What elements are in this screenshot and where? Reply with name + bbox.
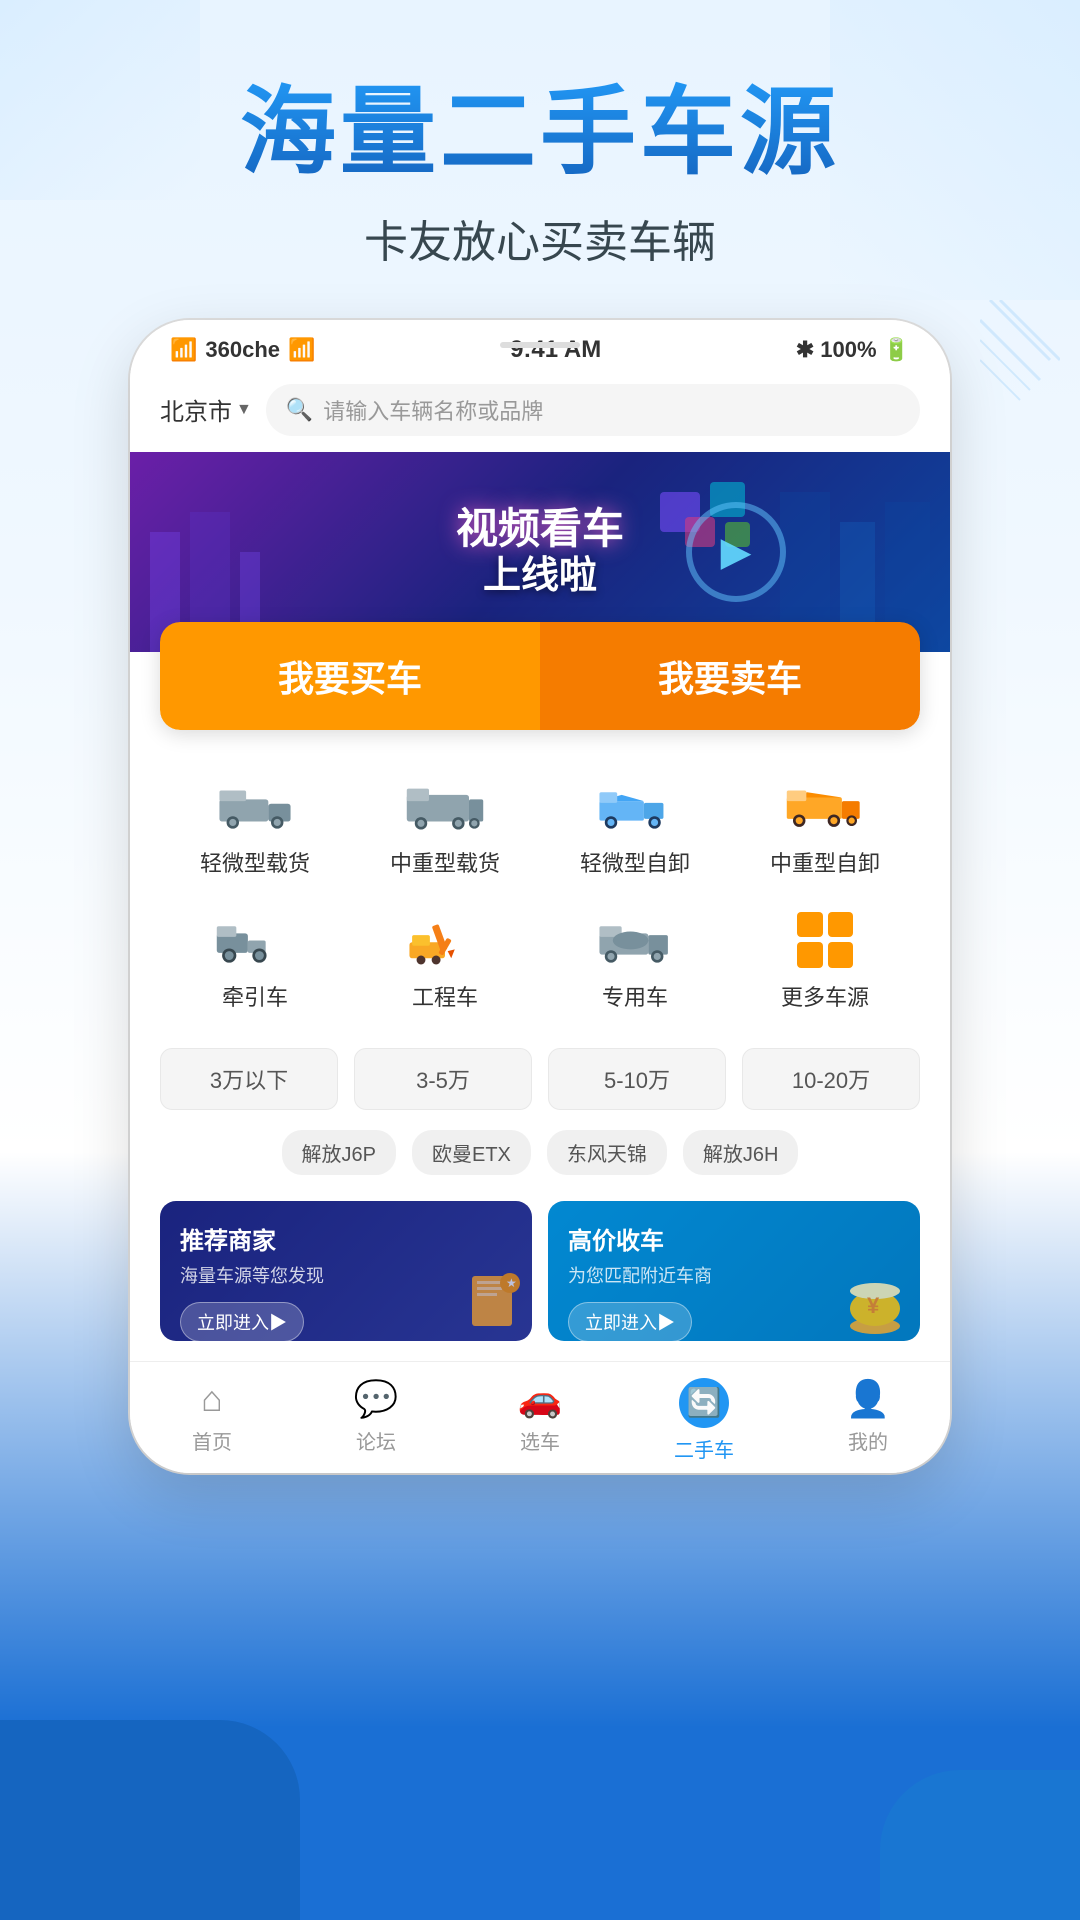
nav-forum[interactable]: 💬 论坛 [294,1378,458,1463]
highprice-card-title: 高价收车 [568,1221,900,1256]
banner-text-line2: 上线啦 [456,554,624,600]
status-bar-time: 9:41 AM [510,336,601,364]
phone-mockup: 📶 360che 📶 9:41 AM ✱ 100% 🔋 北京市 ▼ 🔍 请输入车… [130,320,950,1473]
sub-title: 卡友放心买卖车辆 [60,206,1020,270]
merchant-card-btn[interactable]: 立即进入▶ [180,1302,304,1341]
phone-wrapper: 📶 360che 📶 9:41 AM ✱ 100% 🔋 北京市 ▼ 🔍 请输入车… [0,320,1080,1473]
category-label-0: 轻微型载货 [200,846,310,878]
price-tag-0[interactable]: 3万以下 [160,1048,338,1110]
status-bar-left: 📶 360che 📶 [170,337,315,363]
category-light-dump[interactable]: 轻微型自卸 [540,760,730,894]
search-area: 北京市 ▼ 🔍 请输入车辆名称或品牌 [130,374,950,452]
highprice-card-deco: ¥ [840,1271,910,1336]
brand-tag-1[interactable]: 欧曼ETX [412,1130,531,1175]
price-tag-1[interactable]: 3-5万 [354,1048,532,1110]
category-label-5: 工程车 [412,980,478,1012]
play-icon: ▶ [721,529,752,575]
used-car-icon: 🔄 [687,1386,722,1419]
nav-home[interactable]: ⌂ 首页 [130,1378,294,1463]
category-heavy-cargo[interactable]: 中重型载货 [350,760,540,894]
highprice-card-btn[interactable]: 立即进入▶ [568,1302,692,1341]
brand-tag-2[interactable]: 东风天锦 [547,1130,667,1175]
brand-tags: 解放J6P 欧曼ETX 东风天锦 解放J6H [130,1126,950,1191]
location-text: 北京市 [160,392,232,427]
home-icon: ⌂ [201,1378,223,1420]
forum-icon: 💬 [354,1378,399,1420]
category-more[interactable]: 更多车源 [730,894,920,1028]
brand-tag-0[interactable]: 解放J6P [282,1130,396,1175]
price-tag-2[interactable]: 5-10万 [548,1048,726,1110]
search-placeholder: 请输入车辆名称或品牌 [323,394,543,426]
category-grid: 轻微型载货 中重型载货 [130,730,950,1038]
heavy-dump-icon [780,776,870,836]
more-icon [780,910,870,970]
bluetooth-icon: ✱ [796,337,814,363]
bg-deco-bottom-left [0,1720,300,1920]
phone-speaker [500,342,580,348]
price-tag-3[interactable]: 10-20万 [742,1048,920,1110]
sell-button[interactable]: 我要卖车 [540,622,920,730]
category-light-cargo[interactable]: 轻微型载货 [160,760,350,894]
status-bar-right: ✱ 100% 🔋 [796,337,910,363]
profile-icon: 👤 [846,1378,891,1420]
category-label-3: 中重型自卸 [770,846,880,878]
search-input-box[interactable]: 🔍 请输入车辆名称或品牌 [266,384,920,436]
bg-deco-bottom-right [880,1770,1080,1920]
category-label-7: 更多车源 [781,980,869,1012]
category-special[interactable]: 专用车 [540,894,730,1028]
heavy-cargo-icon [400,776,490,836]
signal-icon: 📶 [170,337,197,363]
dropdown-arrow-icon: ▼ [236,401,252,419]
buy-button[interactable]: 我要买车 [160,622,540,730]
category-engineering[interactable]: 工程车 [350,894,540,1028]
highprice-card[interactable]: 高价收车 为您匹配附近车商 立即进入▶ ¥ [548,1201,920,1341]
carrier-name: 360che [205,337,280,363]
merchant-card-title: 推荐商家 [180,1221,512,1256]
header-area: 海量二手车源 卡友放心买卖车辆 [0,0,1080,310]
main-title: 海量二手车源 [60,80,1020,186]
nav-label-forum: 论坛 [356,1426,396,1455]
car-select-icon: 🚗 [518,1378,563,1420]
light-dump-icon [590,776,680,836]
nav-label-carselect: 选车 [520,1426,560,1455]
battery-text: 100% [820,337,876,363]
category-label-6: 专用车 [602,980,668,1012]
banner-play-button[interactable]: ▶ [686,502,786,602]
category-label-1: 中重型载货 [390,846,500,878]
svg-text:★: ★ [506,1276,517,1290]
nav-profile[interactable]: 👤 我的 [786,1378,950,1463]
brand-tag-3[interactable]: 解放J6H [683,1130,799,1175]
tractor-icon [210,910,300,970]
category-tractor[interactable]: 牵引车 [160,894,350,1028]
merchant-card-deco: ★ [462,1271,522,1331]
nav-label-profile: 我的 [848,1426,888,1455]
search-icon: 🔍 [286,397,313,423]
nav-car-select[interactable]: 🚗 选车 [458,1378,622,1463]
used-car-active-circle: 🔄 [679,1378,729,1428]
nav-label-usedcar: 二手车 [674,1434,734,1463]
engineering-icon [400,910,490,970]
nav-used-car[interactable]: 🔄 二手车 [622,1378,786,1463]
battery-icon: 🔋 [883,337,910,363]
category-label-2: 轻微型自卸 [580,846,690,878]
svg-text:¥: ¥ [867,1293,880,1318]
merchant-card[interactable]: 推荐商家 海量车源等您发现 立即进入▶ ★ [160,1201,532,1341]
price-tags: 3万以下 3-5万 5-10万 10-20万 [130,1038,950,1126]
wifi-icon: 📶 [288,337,315,363]
light-cargo-icon [210,776,300,836]
buy-sell-area: 我要买车 我要卖车 [160,622,920,730]
special-vehicle-icon [590,910,680,970]
category-heavy-dump[interactable]: 中重型自卸 [730,760,920,894]
banner-text-line1: 视频看车 [456,504,624,554]
bottom-cards: 推荐商家 海量车源等您发现 立即进入▶ ★ 高价收车 为您匹配附近车商 立即进入… [130,1191,950,1361]
category-label-4: 牵引车 [222,980,288,1012]
nav-label-home: 首页 [192,1426,232,1455]
bottom-nav: ⌂ 首页 💬 论坛 🚗 选车 🔄 二手车 👤 我的 [130,1361,950,1473]
location-button[interactable]: 北京市 ▼ [160,392,252,427]
